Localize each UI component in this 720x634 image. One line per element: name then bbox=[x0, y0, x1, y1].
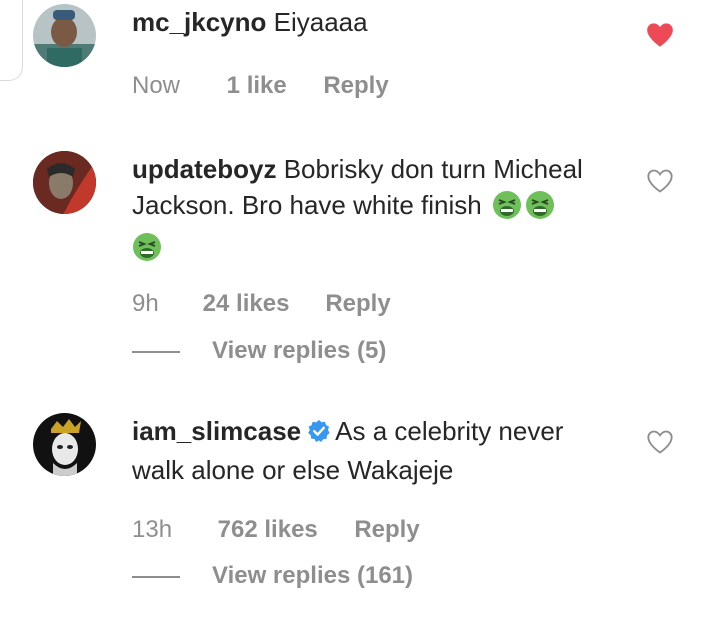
view-replies-button[interactable]: View replies (5) bbox=[212, 337, 386, 364]
nauseated-face-emoji bbox=[132, 232, 162, 271]
likes-count[interactable]: 24 likes bbox=[203, 290, 319, 318]
view-replies-row: View replies (161) bbox=[132, 562, 413, 590]
comment-time: 9h bbox=[132, 290, 159, 317]
avatar[interactable] bbox=[33, 151, 96, 214]
nauseated-face-emoji bbox=[492, 190, 522, 229]
view-replies-row: View replies (5) bbox=[132, 337, 386, 365]
comment-username[interactable]: iam_slimcase bbox=[132, 416, 301, 446]
view-replies-button[interactable]: View replies (161) bbox=[212, 562, 413, 589]
reply-button[interactable]: Reply bbox=[323, 72, 388, 100]
comment-meta: 9h 24 likes Reply bbox=[132, 290, 391, 318]
reply-button[interactable]: Reply bbox=[354, 516, 419, 544]
comment-meta: 13h 762 likes Reply bbox=[132, 516, 420, 544]
comment-username[interactable]: mc_jkcyno bbox=[132, 7, 266, 37]
reply-button[interactable]: Reply bbox=[325, 290, 390, 318]
avatar[interactable] bbox=[33, 413, 96, 476]
likes-count[interactable]: 1 like bbox=[227, 72, 317, 100]
verified-badge-icon bbox=[307, 416, 331, 452]
comment-username[interactable]: updateboyz bbox=[132, 154, 276, 184]
heart-outline-icon[interactable] bbox=[646, 168, 674, 194]
comment-text: updateboyz Bobrisky don turn Micheal Jac… bbox=[132, 151, 622, 271]
divider-line bbox=[132, 575, 180, 578]
nauseated-face-emoji bbox=[525, 190, 555, 229]
heart-filled-icon[interactable] bbox=[646, 22, 674, 48]
comment-meta: Now 1 like Reply bbox=[132, 72, 389, 100]
divider-line bbox=[132, 350, 180, 353]
panel-edge bbox=[0, 0, 23, 81]
heart-outline-icon[interactable] bbox=[646, 429, 674, 455]
comment-text: mc_jkcyno Eiyaaaa bbox=[132, 4, 622, 40]
comment-time: 13h bbox=[132, 516, 173, 543]
comment-body: Eiyaaaa bbox=[273, 7, 368, 37]
comment-time: Now bbox=[132, 72, 181, 99]
avatar[interactable] bbox=[33, 4, 96, 67]
likes-count[interactable]: 762 likes bbox=[218, 516, 348, 544]
comment-text: iam_slimcase As a celebrity never walk al… bbox=[132, 413, 622, 488]
